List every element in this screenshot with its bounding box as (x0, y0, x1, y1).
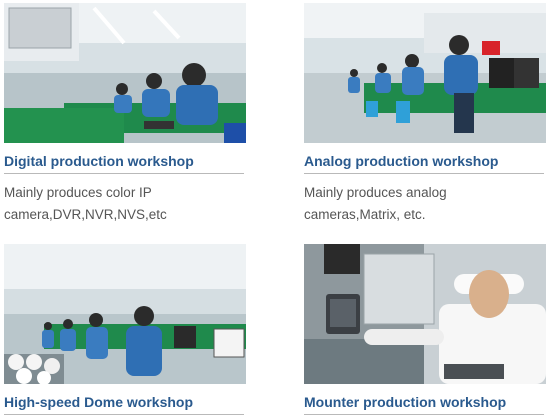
workshop-card-mounter: Mounter production workshop (304, 244, 546, 415)
digital-workshop-photo[interactable] (4, 3, 246, 143)
divider (4, 414, 244, 415)
workshop-card-digital: Digital production workshop Mainly produ… (4, 3, 246, 226)
dome-workshop-photo[interactable] (4, 244, 246, 384)
workshop-description: Mainly produces color IP camera,DVR,NVR,… (4, 185, 167, 222)
workshop-title[interactable]: Digital production workshop (4, 152, 246, 170)
workshop-title[interactable]: Analog production workshop (304, 152, 546, 170)
mounter-workshop-photo[interactable] (304, 244, 546, 384)
factory-workers-photo-icon (4, 3, 246, 143)
workshop-title[interactable]: Mounter production workshop (304, 393, 546, 411)
workshop-description: Mainly produces analog cameras,Matrix, e… (304, 185, 447, 222)
divider (304, 414, 544, 415)
workshop-title[interactable]: High-speed Dome workshop (4, 393, 246, 411)
factory-workers-photo-icon (4, 244, 246, 384)
factory-workers-photo-icon (304, 3, 546, 143)
divider (4, 173, 244, 174)
divider (304, 173, 544, 174)
workshop-card-analog: Analog production workshop Mainly produc… (304, 3, 546, 226)
workshop-card-dome: High-speed Dome workshop (4, 244, 246, 415)
technician-photo-icon (304, 244, 546, 384)
analog-workshop-photo[interactable] (304, 3, 546, 143)
